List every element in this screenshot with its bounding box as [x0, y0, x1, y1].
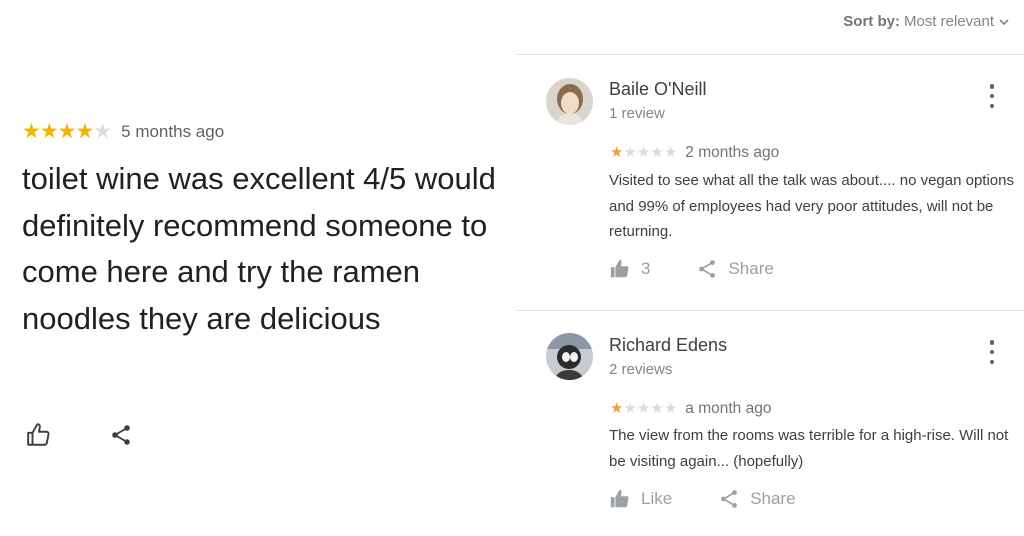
avatar-photo: [546, 78, 593, 125]
sort-dropdown[interactable]: Sort by: Most relevant: [843, 13, 1010, 30]
star-filled-icon: ★: [39, 120, 59, 143]
featured-review-actions: [24, 420, 136, 450]
share-label: Share: [728, 259, 774, 278]
featured-review-meta: ★★★★★ 5 months ago: [22, 120, 224, 144]
divider: [516, 54, 1024, 55]
featured-review-text: toilet wine was excellent 4/5 would defi…: [22, 161, 496, 336]
share-icon: [721, 490, 738, 508]
star-empty-icon: ★: [650, 144, 664, 161]
review-time: a month ago: [685, 400, 772, 417]
more-options-button[interactable]: [984, 83, 1000, 109]
like-count: 3: [641, 259, 651, 278]
thumb-up-outline-icon: [27, 423, 50, 446]
sort-label: Sort by:: [843, 13, 900, 30]
star-rating: ★★★★★: [610, 144, 677, 162]
sort-value: Most relevant: [903, 13, 994, 30]
star-filled-icon: ★: [610, 144, 624, 161]
reviewer-name[interactable]: Richard Edens: [609, 335, 727, 356]
share-icon: [699, 260, 716, 278]
reviewer-review-count: 1 review: [609, 105, 665, 122]
share-button[interactable]: Share: [718, 488, 796, 510]
like-label: Like: [641, 489, 673, 508]
reviewer-name[interactable]: Baile O'Neill: [609, 79, 706, 100]
star-empty-icon: ★: [93, 120, 112, 143]
avatar[interactable]: [546, 78, 593, 125]
review-actions: Like Share: [609, 488, 796, 510]
star-filled-icon: ★: [75, 120, 94, 143]
star-rating: ★★★★★: [610, 400, 677, 418]
featured-like-button[interactable]: [24, 420, 54, 450]
featured-share-button[interactable]: [106, 420, 136, 450]
divider: [516, 310, 1024, 311]
share-icon: [112, 425, 130, 445]
star-filled-icon: ★: [22, 120, 41, 143]
share-label: Share: [750, 489, 796, 508]
star-empty-icon: ★: [623, 144, 637, 161]
like-button[interactable]: 3: [609, 258, 650, 280]
featured-star-rating: ★★★★★: [22, 120, 112, 144]
thumb-up-icon: [610, 489, 629, 508]
star-filled-icon: ★: [610, 400, 624, 417]
reviews-panel: Sort by: Most relevant Baile O'Neill 1 r…: [516, 0, 1024, 536]
star-empty-icon: ★: [663, 400, 678, 417]
review-actions: 3 Share: [609, 258, 774, 280]
share-button[interactable]: Share: [696, 258, 774, 280]
star-empty-icon: ★: [650, 400, 664, 417]
avatar[interactable]: [546, 333, 593, 380]
star-empty-icon: ★: [636, 144, 651, 161]
review-rating-row: ★★★★★ a month ago: [610, 400, 771, 418]
more-vert-icon: [989, 340, 995, 345]
featured-review-time: 5 months ago: [121, 122, 225, 141]
more-vert-icon: [989, 84, 995, 89]
like-button[interactable]: Like: [609, 488, 672, 510]
review-text: Visited to see what all the talk was abo…: [609, 172, 1014, 240]
reviewer-review-count: 2 reviews: [609, 361, 673, 378]
featured-review-panel: ★★★★★ 5 months ago toilet wine was excel…: [0, 0, 512, 536]
star-empty-icon: ★: [623, 400, 637, 417]
review-time: 2 months ago: [685, 144, 780, 161]
review-text: The view from the rooms was terrible for…: [609, 427, 1009, 470]
avatar-photo: [546, 333, 593, 380]
star-filled-icon: ★: [57, 120, 77, 143]
star-empty-icon: ★: [663, 144, 678, 161]
thumb-up-icon: [610, 259, 629, 278]
review-rating-row: ★★★★★ 2 months ago: [610, 144, 779, 162]
star-empty-icon: ★: [636, 400, 651, 417]
more-options-button[interactable]: [984, 339, 1000, 365]
chevron-down-icon: [999, 18, 1009, 25]
